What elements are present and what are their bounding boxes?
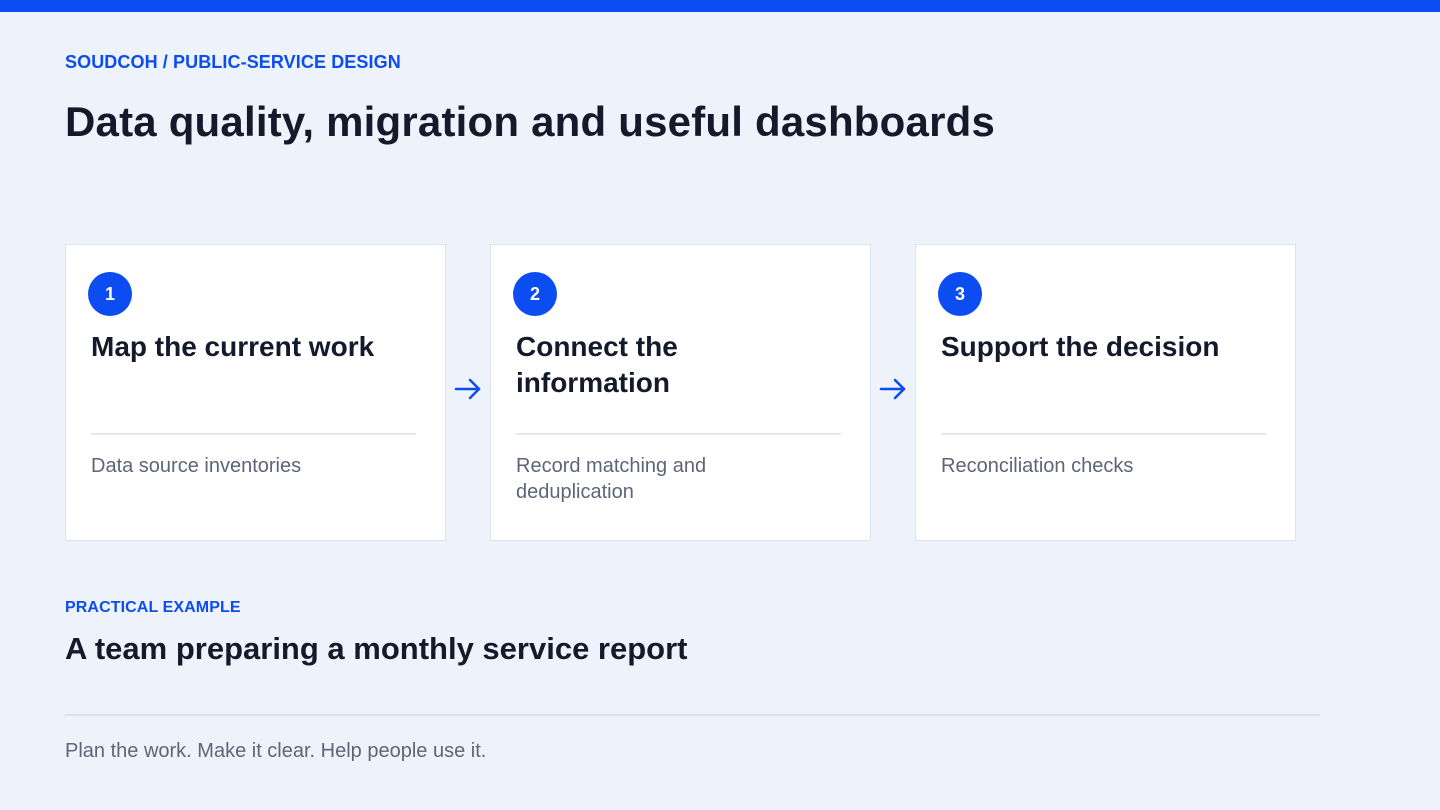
step-title: Map the current work [91, 331, 375, 362]
example-label: PRACTICAL EXAMPLE [65, 599, 241, 616]
step-number-badge: 2 [513, 272, 557, 316]
page-title: Data quality, migration and useful dashb… [65, 98, 996, 145]
step-card-1: 1 Map the current work Data source inven… [65, 244, 446, 541]
example-title: A team preparing a monthly service repor… [65, 631, 688, 666]
footer-divider [65, 714, 1320, 716]
step-description: Data source inventories [91, 455, 302, 477]
card-divider [941, 433, 1266, 435]
step-number-badge: 1 [88, 272, 132, 316]
step-number-badge: 3 [938, 272, 982, 316]
footer-tagline: Plan the work. Make it clear. Help peopl… [65, 740, 487, 762]
step-title: Connect the information [516, 331, 678, 398]
step-card-3: 3 Support the decision Reconciliation ch… [915, 244, 1296, 541]
card-divider [516, 433, 841, 435]
process-steps: 1 Map the current work Data source inven… [65, 244, 1296, 541]
step-description: Reconciliation checks [941, 455, 1134, 477]
breadcrumb-eyebrow: SOUDCOH / PUBLIC-SERVICE DESIGN [65, 52, 401, 72]
step-card-2: 2 Connect the information Record matchin… [490, 244, 871, 541]
arrow-right-icon [454, 378, 481, 400]
card-divider [91, 433, 416, 435]
accent-top-bar [0, 0, 1440, 12]
step-description: Record matching and deduplication [516, 455, 707, 503]
arrow-right-icon [879, 378, 906, 400]
step-title: Support the decision [941, 331, 1220, 362]
